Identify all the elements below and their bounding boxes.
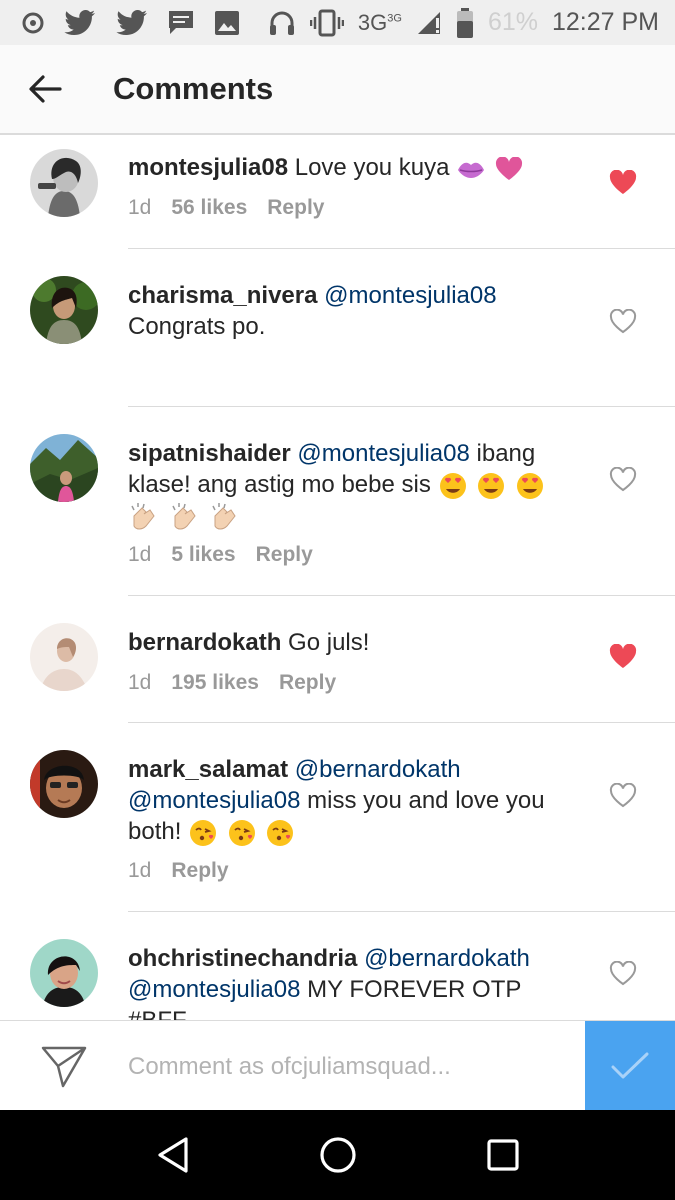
face-blowing-kiss-emoji-icon	[190, 819, 217, 846]
likes-count[interactable]: 195 likes	[171, 671, 259, 695]
comment-text: bernardokath Go juls!	[128, 627, 583, 658]
reply-button[interactable]: Reply	[256, 543, 313, 567]
avatar[interactable]	[30, 750, 98, 818]
comment-username[interactable]: sipatnishaider	[128, 440, 291, 467]
comment-list[interactable]: montesjulia08 Love you kuya 1d 56 likes …	[0, 137, 675, 1020]
status-bar: 3G3G 61% 12:27 PM	[0, 0, 675, 45]
comment-input[interactable]	[128, 1045, 568, 1089]
comment-message: Love you kuya	[294, 154, 450, 181]
like-button[interactable]	[609, 782, 637, 809]
checkmark-icon	[611, 1052, 649, 1079]
kiss-mark-icon	[458, 162, 485, 178]
nav-recents-button[interactable]	[473, 1125, 533, 1185]
post-comment-button[interactable]	[585, 1021, 675, 1111]
back-arrow-icon	[29, 75, 62, 103]
face-blowing-kiss-emoji-icon	[267, 819, 294, 846]
headphones-icon	[268, 9, 296, 37]
heart-outline-icon	[609, 960, 637, 986]
comment-time: 1d	[128, 859, 152, 882]
comment-item: montesjulia08 Love you kuya 1d 56 likes …	[0, 137, 675, 249]
like-button[interactable]	[609, 960, 637, 987]
system-nav-bar	[0, 1110, 675, 1200]
message-icon	[168, 10, 194, 36]
heart-outline-icon	[609, 466, 637, 492]
back-button[interactable]	[0, 44, 90, 134]
comment-username[interactable]: ohchristinechandria	[128, 945, 357, 972]
comment-meta: 1d 195 likes Reply	[128, 671, 336, 695]
comment-text: sipatnishaider @montesjulia08 ibang klas…	[128, 438, 583, 532]
comment-meta: 1d 5 likes Reply	[128, 543, 313, 567]
comment-username[interactable]: charisma_nivera	[128, 282, 317, 309]
comment-time: 1d	[128, 543, 152, 566]
heart-eyes-emoji-icon	[478, 472, 505, 499]
page-title: Comments	[113, 71, 274, 106]
likes-count[interactable]: 56 likes	[171, 196, 247, 220]
heart-outline-icon	[609, 782, 637, 808]
comment-username[interactable]: bernardokath	[128, 629, 281, 656]
comment-message: Go juls!	[288, 629, 370, 656]
like-button[interactable]	[609, 308, 637, 335]
battery-percent: 61%	[487, 8, 538, 36]
twitter-icon	[116, 9, 148, 36]
clapping-hands-emoji-icon	[131, 502, 155, 530]
clapping-hands-emoji-icon	[172, 502, 196, 530]
clapping-hands-emoji-icon	[212, 502, 236, 530]
nav-home-button[interactable]	[308, 1125, 368, 1185]
comment-time: 1d	[128, 671, 152, 694]
comment-mention[interactable]: @montesjulia08	[324, 282, 496, 309]
direct-send-icon[interactable]	[40, 1045, 88, 1089]
avatar[interactable]	[30, 276, 98, 344]
comment-time: 1d	[128, 196, 152, 219]
comment-text: charisma_nivera @montesjulia08 Congrats …	[128, 280, 583, 342]
like-button[interactable]	[609, 169, 637, 196]
triangle-back-icon	[157, 1137, 188, 1173]
avatar[interactable]	[30, 939, 98, 1007]
avatar[interactable]	[30, 149, 98, 217]
avatar[interactable]	[30, 434, 98, 502]
heart-filled-icon	[609, 643, 637, 668]
comment-item: ohchristinechandria @bernardokath @monte…	[0, 912, 675, 1020]
comment-message: Congrats po.	[128, 313, 266, 340]
comment-username[interactable]: mark_salamat	[128, 756, 288, 783]
comment-item: charisma_nivera @montesjulia08 Congrats …	[0, 249, 675, 407]
comment-item: bernardokath Go juls! 1d 195 likes Reply	[0, 596, 675, 723]
image-icon	[214, 10, 240, 36]
reply-button[interactable]: Reply	[279, 671, 336, 695]
comment-text: montesjulia08 Love you kuya	[128, 152, 583, 183]
comment-username[interactable]: montesjulia08	[128, 154, 288, 181]
comment-text: ohchristinechandria @bernardokath @monte…	[128, 943, 583, 1020]
app-bar: Comments	[0, 45, 675, 135]
heart-outline-icon	[609, 308, 637, 334]
circle-home-icon	[319, 1137, 356, 1173]
comment-item: sipatnishaider @montesjulia08 ibang klas…	[0, 407, 675, 596]
vibrate-icon	[309, 9, 344, 37]
heart-eyes-emoji-icon	[516, 472, 543, 499]
signal-icon	[416, 10, 442, 36]
heart-filled-icon	[609, 169, 637, 194]
sync-icon	[22, 12, 44, 34]
comment-item: mark_salamat @bernardokath @montesjulia0…	[0, 723, 675, 912]
like-button[interactable]	[609, 643, 637, 670]
pink-heart-icon	[495, 156, 522, 180]
nav-back-button[interactable]	[143, 1125, 203, 1185]
comment-mention[interactable]: @montesjulia08	[297, 440, 469, 467]
comment-text: mark_salamat @bernardokath @montesjulia0…	[128, 754, 583, 847]
clock: 12:27 PM	[551, 8, 659, 36]
heart-eyes-emoji-icon	[439, 472, 466, 499]
network-type: 3G3G	[357, 9, 402, 35]
comment-meta: 1d Reply	[128, 859, 229, 883]
likes-count[interactable]: 5 likes	[171, 543, 235, 567]
reply-button[interactable]: Reply	[171, 859, 228, 883]
avatar[interactable]	[30, 623, 98, 691]
reply-button[interactable]: Reply	[267, 196, 324, 220]
twitter-icon	[64, 9, 96, 36]
like-button[interactable]	[609, 466, 637, 493]
battery-icon	[456, 7, 474, 38]
comment-composer	[0, 1020, 675, 1111]
comment-meta: 1d 56 likes Reply	[128, 196, 324, 220]
face-blowing-kiss-emoji-icon	[228, 819, 255, 846]
square-recents-icon	[486, 1139, 519, 1171]
